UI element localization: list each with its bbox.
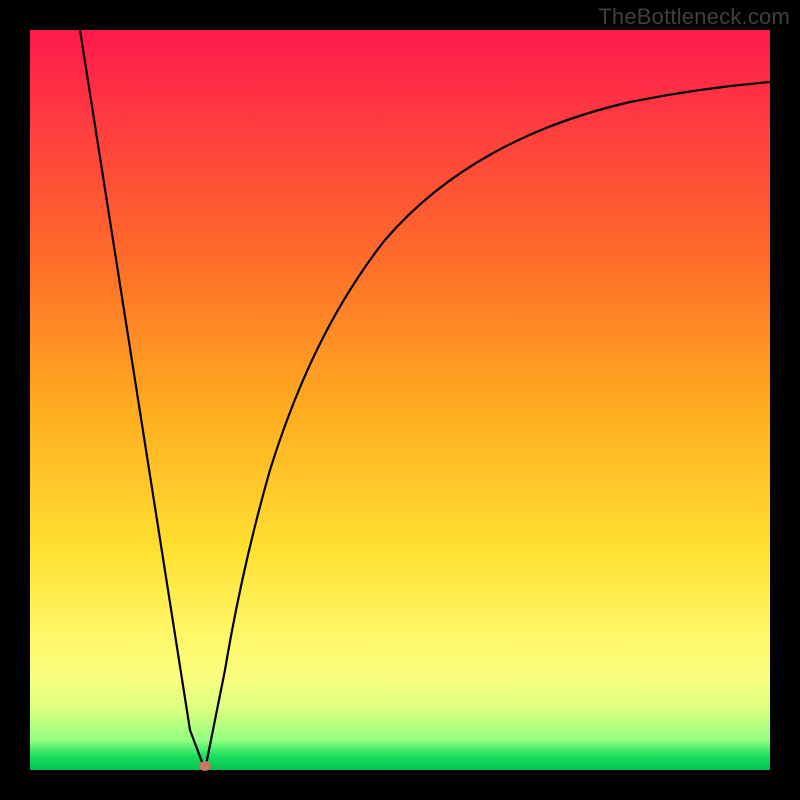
- watermark-text: TheBottleneck.com: [598, 4, 790, 30]
- plot-area: [30, 30, 770, 770]
- bottleneck-curve: [30, 30, 770, 770]
- optimum-marker: [199, 761, 211, 771]
- curve-path: [80, 30, 770, 770]
